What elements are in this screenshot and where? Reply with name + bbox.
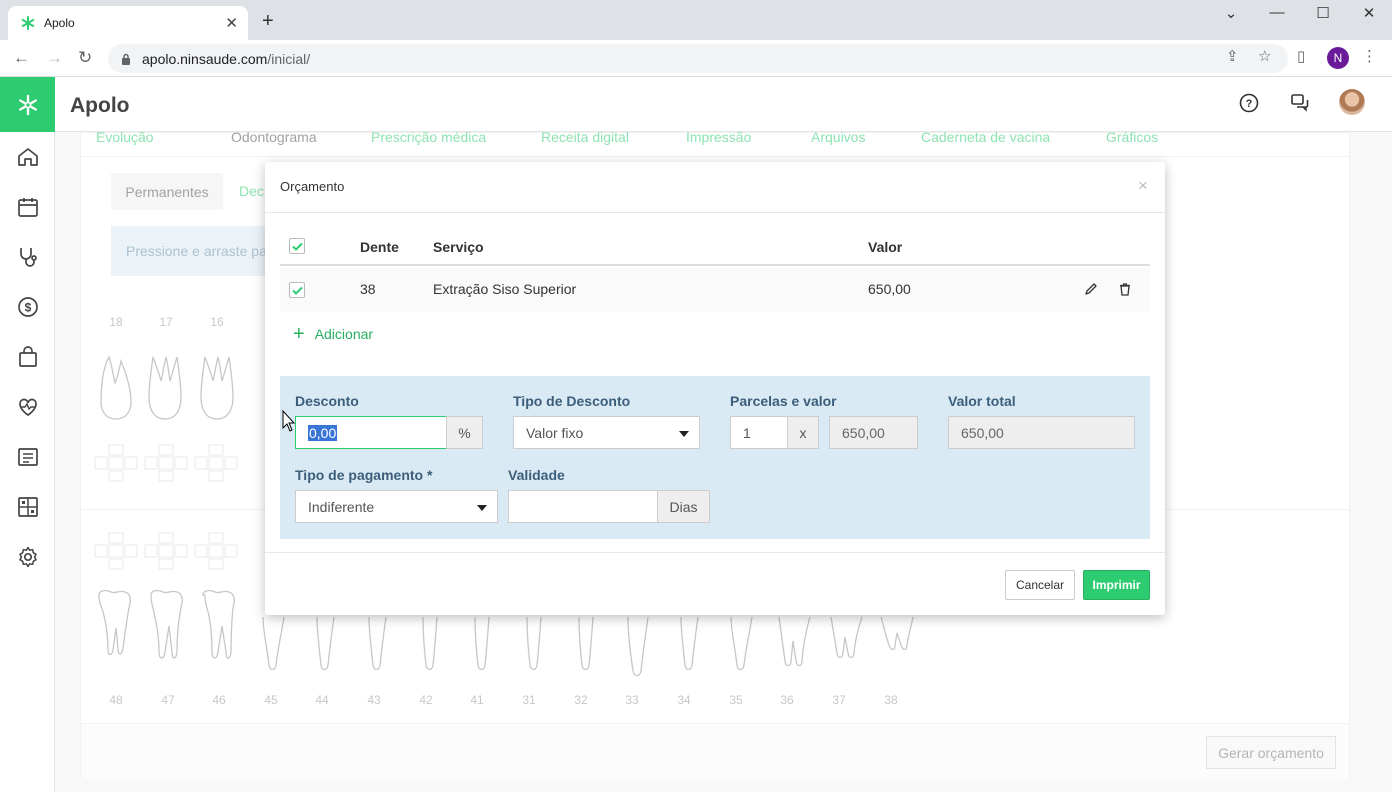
discount-percent-addon: % — [446, 416, 483, 449]
installments-label: Parcelas e valor — [730, 393, 837, 409]
discount-input[interactable]: 0,00 — [295, 416, 447, 449]
lock-icon — [122, 53, 130, 65]
discount-value: 0,00 — [308, 424, 338, 441]
browser-toolbar: ← → ↻ apolo.ninsaude.com/inicial/ ⇪ ☆ ▯ … — [0, 40, 1392, 77]
user-avatar[interactable] — [1339, 89, 1365, 115]
window-close-icon[interactable]: ✕ — [1359, 4, 1379, 22]
browser-menu-icon[interactable]: ⋮ — [1362, 47, 1377, 65]
edit-pencil-icon[interactable] — [1084, 282, 1098, 296]
budget-form: Desconto 0,00 % Tipo de Desconto Valor f… — [280, 376, 1150, 539]
cancel-button[interactable]: Cancelar — [1005, 570, 1075, 600]
dollar-icon[interactable]: $ — [16, 295, 40, 319]
installments-count-input[interactable]: 1 — [730, 416, 788, 449]
print-button[interactable]: Imprimir — [1083, 570, 1150, 600]
row-value: 650,00 — [868, 281, 911, 297]
dropdown-caret-icon — [477, 505, 487, 511]
tab-search-icon[interactable]: ⌄ — [1221, 4, 1241, 22]
installments-x-addon: x — [787, 416, 819, 449]
installments-count: 1 — [743, 424, 751, 441]
modal-close-icon[interactable]: × — [1138, 176, 1148, 196]
budget-modal: Orçamento × Dente Serviço Valor 38 Extra… — [265, 162, 1165, 615]
reload-icon[interactable]: ↻ — [78, 48, 92, 68]
installment-value: 650,00 — [842, 424, 885, 441]
row-tooth: 38 — [360, 281, 376, 297]
forward-icon[interactable]: → — [46, 48, 63, 68]
app-title: Apolo — [70, 94, 130, 117]
svg-text:$: $ — [25, 301, 32, 315]
add-service-button[interactable]: + Adicionar — [293, 323, 374, 345]
column-service: Serviço — [433, 239, 484, 255]
modal-header: Orçamento × — [265, 162, 1165, 213]
sidebar: $ — [0, 132, 55, 792]
plus-icon: + — [293, 323, 305, 345]
modal-footer: Cancelar Imprimir — [265, 552, 1165, 615]
home-icon[interactable] — [16, 145, 40, 169]
app-header: Apolo ? — [0, 77, 1392, 132]
svg-text:?: ? — [1246, 98, 1253, 110]
check-icon — [291, 242, 303, 251]
total-value-field: 650,00 — [948, 416, 1135, 449]
browser-tab[interactable]: Apolo ✕ — [8, 6, 248, 40]
table-header: Dente Serviço Valor — [280, 228, 1150, 266]
url-path: /inicial/ — [267, 50, 311, 67]
payment-type-label: Tipo de pagamento * — [295, 467, 433, 483]
calendar-icon[interactable] — [16, 195, 40, 219]
url-domain: apolo.ninsaude.com — [142, 50, 268, 67]
chat-icon[interactable] — [1289, 92, 1311, 114]
stethoscope-icon[interactable] — [16, 245, 40, 269]
discount-label: Desconto — [295, 393, 359, 409]
add-service-label: Adicionar — [314, 326, 374, 342]
column-value: Valor — [868, 239, 903, 255]
help-icon[interactable]: ? — [1238, 92, 1260, 114]
apolo-favicon-icon — [21, 16, 35, 30]
modal-title: Orçamento — [280, 179, 345, 194]
app-logo[interactable] — [0, 77, 55, 132]
apolo-logo-icon — [18, 94, 37, 115]
browser-tabbar: Apolo ✕ + ⌄ — ☐ ✕ — [0, 0, 1392, 40]
total-label: Valor total — [948, 393, 1016, 409]
trash-icon[interactable] — [1118, 282, 1132, 296]
shopping-bag-icon[interactable] — [16, 345, 40, 369]
installment-value-field: 650,00 — [829, 416, 918, 449]
total-value: 650,00 — [961, 424, 1004, 441]
table-row: 38 Extração Siso Superior 650,00 — [280, 268, 1150, 312]
payment-type-select[interactable]: Indiferente — [295, 490, 498, 523]
grid-icon[interactable] — [16, 495, 40, 519]
discount-type-select[interactable]: Valor fixo — [513, 416, 700, 449]
validity-input[interactable] — [508, 490, 658, 523]
url-text: apolo.ninsaude.com/inicial/ — [142, 51, 310, 67]
minimize-icon[interactable]: — — [1267, 4, 1287, 21]
document-list-icon[interactable] — [16, 445, 40, 469]
gear-icon[interactable] — [16, 545, 40, 569]
new-tab-button[interactable]: + — [262, 10, 274, 33]
column-tooth: Dente — [360, 239, 399, 255]
row-checkbox[interactable] — [289, 282, 305, 298]
side-panel-icon[interactable]: ▯ — [1297, 47, 1305, 65]
validity-days-addon: Dias — [657, 490, 710, 523]
discount-type-label: Tipo de Desconto — [513, 393, 631, 409]
payment-type-value: Indiferente — [308, 498, 375, 515]
check-icon — [291, 286, 303, 295]
row-service: Extração Siso Superior — [433, 281, 577, 297]
share-icon[interactable]: ⇪ — [1226, 47, 1239, 65]
heart-pulse-icon[interactable] — [16, 395, 40, 419]
discount-type-value: Valor fixo — [526, 424, 584, 441]
browser-tab-title: Apolo — [44, 16, 75, 30]
address-bar[interactable]: apolo.ninsaude.com/inicial/ — [108, 44, 1288, 73]
dropdown-caret-icon — [679, 431, 689, 437]
bookmark-star-icon[interactable]: ☆ — [1258, 47, 1271, 65]
back-icon[interactable]: ← — [13, 48, 30, 68]
select-all-checkbox[interactable] — [289, 238, 305, 254]
tab-close-icon[interactable]: ✕ — [225, 14, 238, 32]
profile-avatar[interactable]: N — [1327, 47, 1349, 69]
mouse-cursor-icon — [282, 410, 296, 432]
maximize-icon[interactable]: ☐ — [1313, 4, 1333, 22]
validity-label: Validade — [508, 467, 565, 483]
